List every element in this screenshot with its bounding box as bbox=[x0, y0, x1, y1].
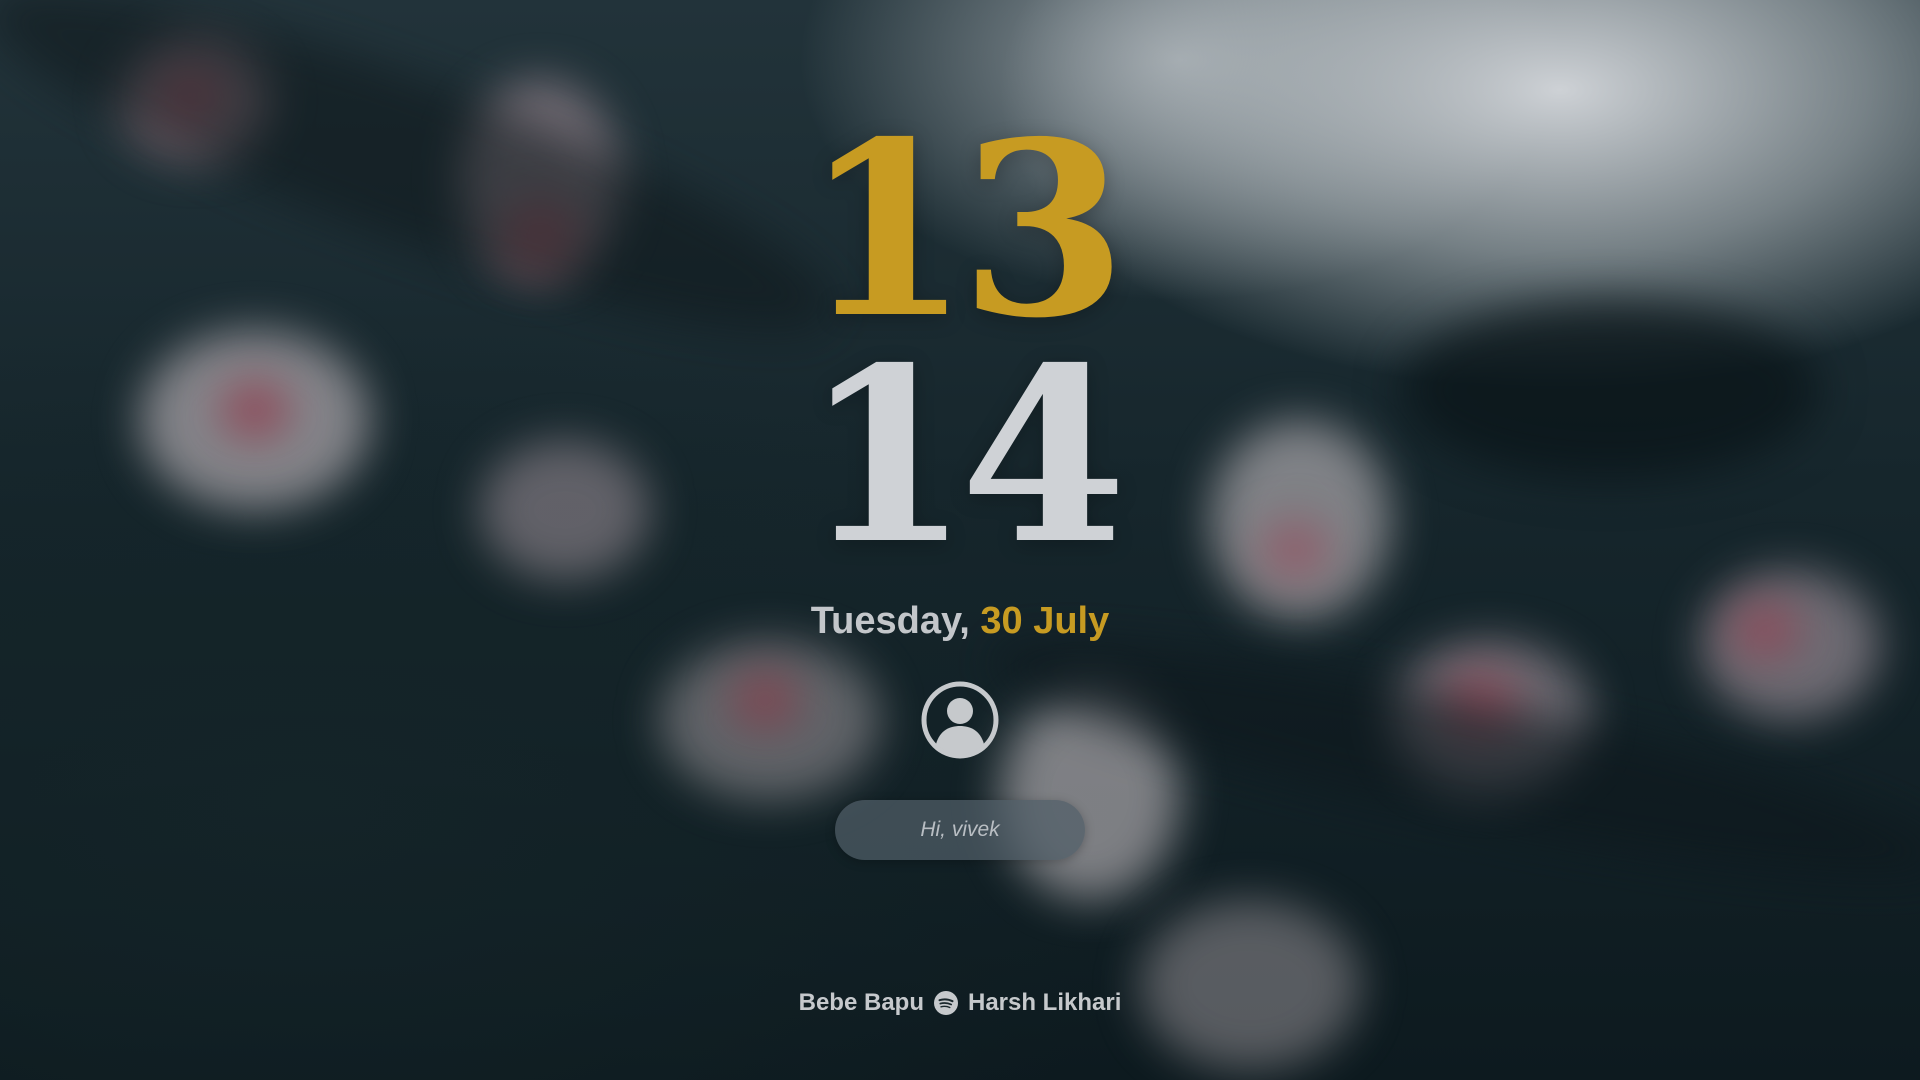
track-title: Bebe Bapu bbox=[798, 989, 924, 1016]
now-playing[interactable]: Bebe Bapu Harsh Likhari bbox=[0, 987, 1920, 1019]
clock-minutes: 14 bbox=[803, 315, 1127, 597]
user-avatar-icon[interactable] bbox=[920, 680, 1000, 760]
spotify-icon bbox=[933, 991, 958, 1015]
lock-screen: 13 14 Tuesday, 30 July Hi, vivek Bebe Ba… bbox=[0, 0, 1920, 1080]
date-weekday: Tuesday, bbox=[810, 600, 970, 642]
clock-hours: 13 bbox=[803, 89, 1127, 371]
greeting-field[interactable]: Hi, vivek bbox=[835, 800, 1085, 860]
date-display: Tuesday, 30 July bbox=[0, 597, 1920, 645]
track-artist: Harsh Likhari bbox=[967, 989, 1122, 1016]
date-day-month: 30 July bbox=[980, 600, 1110, 642]
